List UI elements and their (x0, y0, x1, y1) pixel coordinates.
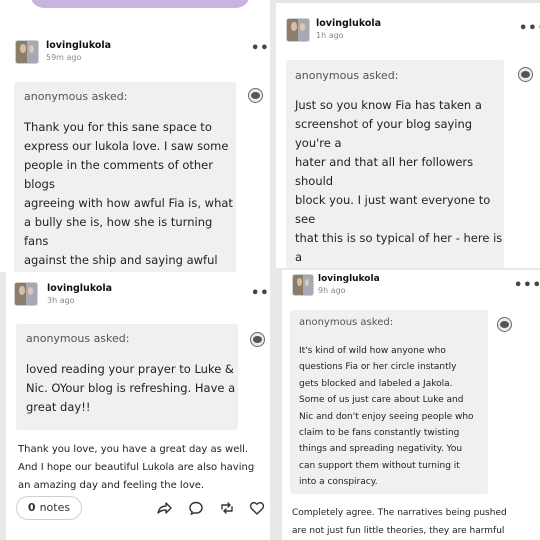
anonymous-avatar-icon (497, 317, 512, 332)
reply-icon[interactable] (188, 500, 204, 516)
post-time: 9h ago (318, 286, 346, 295)
notes-label: notes (39, 501, 71, 514)
notes-count: 0 (27, 501, 36, 514)
post-card-2: lovinglukola 1h ago ••• anonymous asked:… (276, 0, 540, 268)
post-card-1: lovinglukola 59m ago ••• anonymous asked… (0, 0, 270, 272)
post-time: 1h ago (316, 31, 344, 40)
post-username[interactable]: lovinglukola (47, 283, 112, 294)
more-options-icon[interactable]: ••• (514, 279, 540, 292)
avatar[interactable] (286, 18, 310, 42)
answer-text: Thank you love, you have a great day as … (18, 444, 255, 491)
post-time: 3h ago (47, 296, 75, 305)
answer-text: Completely agree. The narratives being p… (292, 508, 507, 536)
anonymous-avatar-icon (248, 88, 263, 103)
asker-name: anonymous asked: (299, 317, 394, 328)
ask-text: loved reading your prayer to Luke & Nic.… (26, 362, 236, 414)
anonymous-avatar-icon (250, 332, 265, 347)
asker-name: anonymous asked: (24, 90, 128, 103)
post-card-4: lovinglukola 9h ago ••• anonymous asked:… (282, 270, 540, 540)
ask-text: Thank you for this sane space to express… (24, 120, 233, 267)
ask-box: anonymous asked: It's kind of wild how a… (290, 310, 488, 494)
avatar[interactable] (15, 40, 39, 64)
post-time: 59m ago (46, 53, 82, 62)
ask-text: Just so you know Fia has taken a screens… (295, 98, 503, 264)
ask-text: It's kind of wild how anyone who questio… (299, 346, 474, 488)
avatar[interactable] (292, 274, 314, 296)
asker-name: anonymous asked: (295, 69, 399, 82)
share-icon[interactable] (156, 500, 172, 516)
asker-name: anonymous asked: (26, 332, 130, 345)
ask-box: anonymous asked: loved reading your pray… (16, 324, 238, 430)
anonymous-avatar-icon (518, 67, 533, 82)
top-button-fragment[interactable] (30, 0, 250, 8)
post-card-3: lovinglukola 3h ago ••• anonymous asked:… (6, 272, 270, 540)
post-username[interactable]: lovinglukola (316, 18, 381, 29)
reblog-icon[interactable] (219, 500, 235, 516)
more-options-icon[interactable]: ••• (251, 42, 270, 55)
more-options-icon[interactable]: ••• (519, 22, 540, 35)
avatar[interactable] (14, 282, 38, 306)
notes-button[interactable]: 0 notes (16, 496, 82, 520)
post-username[interactable]: lovinglukola (318, 274, 380, 284)
divider (276, 0, 540, 3)
ask-box: anonymous asked: Just so you know Fia ha… (286, 60, 504, 268)
more-options-icon[interactable]: ••• (251, 287, 270, 300)
post-username[interactable]: lovinglukola (46, 40, 111, 51)
heart-icon[interactable] (249, 500, 265, 516)
ask-box: anonymous asked: Thank you for this sane… (14, 82, 236, 272)
